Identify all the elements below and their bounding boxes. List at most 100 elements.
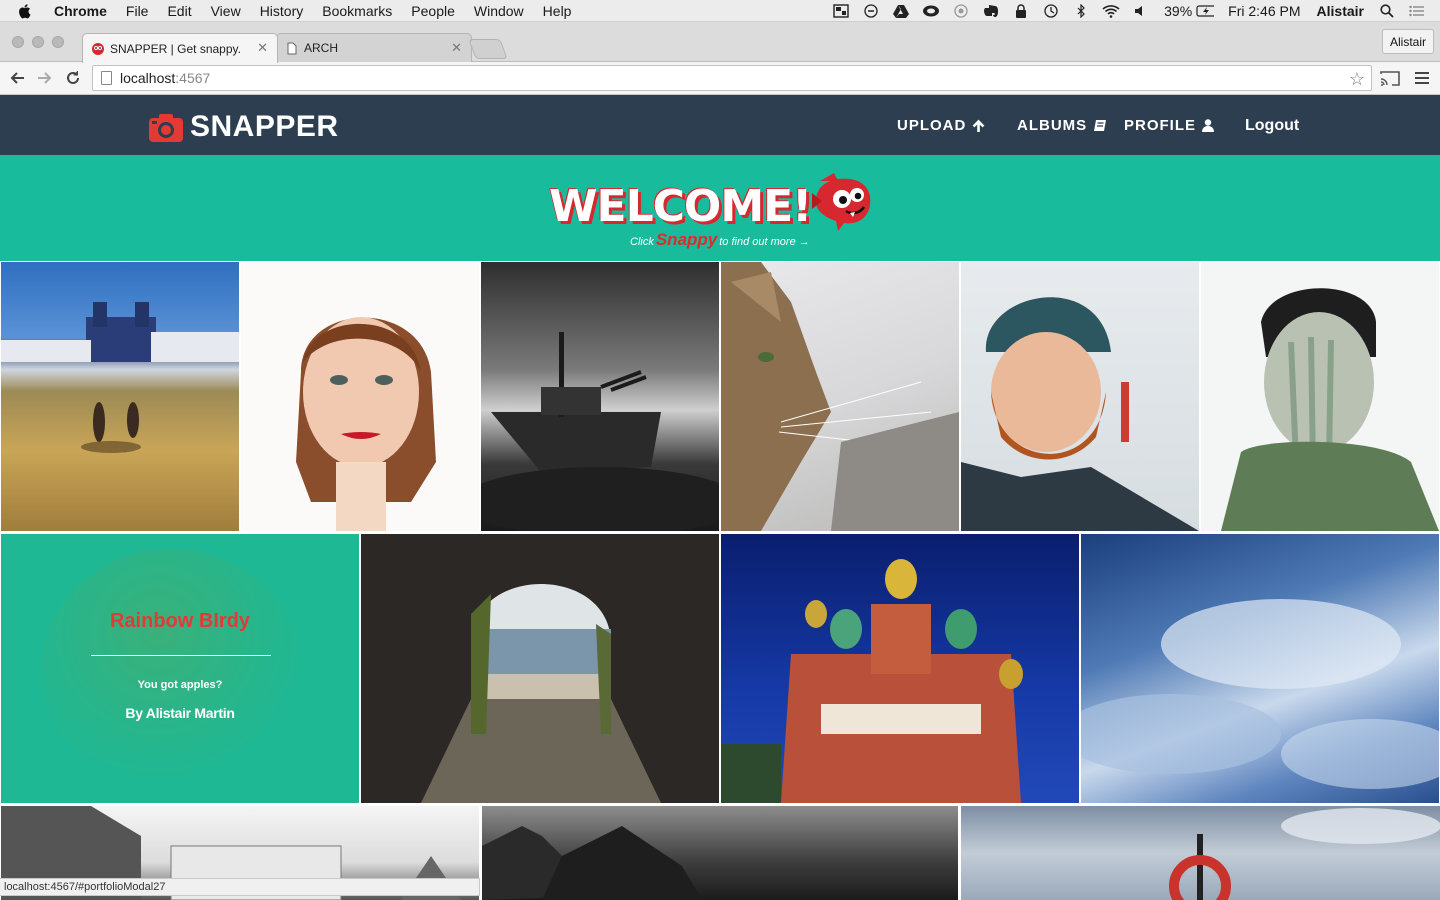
saint-petersburg-cathedral-photo[interactable] (721, 534, 1079, 803)
window-manager-icon[interactable] (832, 4, 850, 18)
photo-grid: Rainbow BIrdy You got apples? By Alistai… (0, 261, 1440, 900)
subtitle-click: Click (630, 236, 654, 248)
nav-upload[interactable]: UPLOAD (897, 117, 985, 134)
spotlight-search-icon[interactable] (1378, 4, 1396, 18)
nav-profile[interactable]: PROFILE (1124, 117, 1215, 134)
camera-icon (149, 114, 183, 142)
tab-title: ARCH (304, 41, 339, 55)
snapper-favicon-icon (91, 42, 105, 56)
url-port: :4567 (175, 70, 211, 86)
google-drive-icon[interactable] (892, 4, 910, 18)
subtitle-rest: to find out more → (719, 236, 810, 248)
tunnel-drawing (361, 534, 719, 803)
address-bar[interactable]: localhost :4567 ☆ (92, 65, 1372, 91)
tab-snapper[interactable]: SNAPPER | Get snappy. ✕ (82, 33, 278, 63)
url-host: localhost (120, 70, 176, 86)
book-icon (1093, 119, 1107, 132)
close-window-button[interactable] (12, 36, 24, 48)
menu-people[interactable]: People (411, 3, 455, 19)
browser-tab-strip: SNAPPER | Get snappy. ✕ ARCH ✕ Alistair (0, 22, 1440, 63)
bluetooth-icon[interactable] (1072, 4, 1090, 18)
tunnel-to-beach-photo[interactable] (361, 534, 719, 803)
chrome-menu-icon[interactable] (1412, 68, 1432, 88)
close-tab-icon[interactable]: ✕ (451, 40, 462, 56)
banner-subtitle[interactable]: Click Snappy to find out more → (630, 230, 810, 250)
menu-bookmarks[interactable]: Bookmarks (322, 3, 392, 19)
cat-drawing (721, 262, 959, 531)
shipwreck-photo[interactable] (481, 262, 719, 531)
bearded-man-drawing (961, 297, 1199, 531)
menu-view[interactable]: View (211, 3, 241, 19)
menu-edit[interactable]: Edit (167, 3, 191, 19)
bw-rocks-photo[interactable] (482, 806, 958, 900)
user-icon (1202, 119, 1215, 132)
site-navbar: SNAPPER UPLOAD ALBUMS PROFILE Logout (0, 95, 1440, 155)
cast-icon[interactable] (1380, 68, 1400, 88)
featured-description: You got apples? (137, 679, 223, 691)
monastery-drawing (1, 302, 239, 453)
user-name[interactable]: Alistair (1317, 3, 1364, 19)
monastery-square-photo[interactable] (1, 262, 239, 531)
brand-name: SNAPPER (190, 110, 339, 143)
page-info-icon[interactable] (101, 71, 112, 85)
tab-arch[interactable]: ARCH ✕ (276, 33, 472, 62)
link-status-bar: localhost:4567/#portfolioModal27 (0, 878, 480, 896)
menu-window[interactable]: Window (474, 3, 524, 19)
close-tab-icon[interactable]: ✕ (257, 40, 268, 56)
arrow-up-icon (972, 119, 985, 133)
browser-toolbar: localhost :4567 ☆ (0, 62, 1440, 95)
cathedral-drawing (721, 559, 1023, 803)
volume-icon[interactable] (1132, 4, 1150, 18)
featured-title: Rainbow BIrdy (109, 610, 250, 632)
subtitle-snappy: Snappy (655, 230, 718, 249)
menu-app-name[interactable]: Chrome (54, 3, 107, 19)
new-tab-button[interactable] (468, 39, 508, 59)
nav-albums[interactable]: ALBUMS (1017, 117, 1107, 134)
zoom-window-button[interactable] (52, 36, 64, 48)
tab-title: SNAPPER | Get snappy. (110, 41, 241, 56)
woman-portrait-photo[interactable] (241, 262, 479, 531)
notification-center-icon[interactable] (1408, 4, 1426, 18)
bearded-man-beanie-photo[interactable] (961, 262, 1199, 531)
reload-icon[interactable] (63, 68, 83, 88)
man-portrait-double-exposure-photo[interactable] (1201, 262, 1439, 531)
menu-history[interactable]: History (260, 3, 304, 19)
do-not-disturb-icon[interactable] (862, 4, 880, 18)
lifebuoy-sky-photo[interactable] (961, 806, 1440, 900)
cat-profile-photo[interactable] (721, 262, 959, 531)
bookmark-star-icon[interactable]: ☆ (1349, 69, 1365, 90)
forward-arrow-icon[interactable] (35, 68, 55, 88)
nav-albums-label: ALBUMS (1017, 117, 1088, 134)
time-machine-icon[interactable] (1042, 4, 1060, 18)
bw-rocks-drawing (482, 826, 702, 900)
ocean-spray-photo[interactable] (1081, 534, 1439, 803)
lock-icon[interactable] (1012, 4, 1030, 18)
nav-logout[interactable]: Logout (1245, 117, 1299, 135)
sync-status-icon[interactable] (952, 4, 970, 18)
double-exposure-drawing (1221, 288, 1439, 531)
page-icon (285, 41, 299, 55)
menu-file[interactable]: File (126, 3, 149, 19)
creative-cloud-icon[interactable] (922, 4, 940, 18)
menu-help[interactable]: Help (543, 3, 572, 19)
shipwreck-drawing (481, 332, 719, 531)
back-arrow-icon[interactable] (7, 68, 27, 88)
battery-charging-icon[interactable] (1196, 4, 1215, 18)
ocean-spray-drawing (1081, 599, 1439, 789)
profile-button[interactable]: Alistair (1381, 29, 1434, 54)
featured-album-card[interactable]: Rainbow BIrdy You got apples? By Alistai… (1, 534, 359, 803)
nav-profile-label: PROFILE (1124, 117, 1197, 134)
wifi-icon[interactable] (1102, 4, 1120, 18)
macos-menu-bar: Chrome File Edit View History Bookmarks … (0, 0, 1440, 22)
lifebuoy-drawing (1169, 808, 1440, 900)
brand-logo[interactable]: SNAPPER (149, 110, 339, 144)
clock[interactable]: Fri 2:46 PM (1228, 3, 1300, 19)
apple-logo-icon[interactable] (18, 0, 36, 22)
woman-portrait-drawing (296, 317, 436, 531)
minimize-window-button[interactable] (32, 36, 44, 48)
battery-percent[interactable]: 39% (1164, 3, 1192, 19)
evernote-elephant-icon[interactable] (982, 4, 1000, 18)
nav-upload-label: UPLOAD (897, 117, 967, 134)
featured-author: By Alistair Martin (125, 705, 235, 721)
snappy-mascot-icon[interactable] (812, 171, 874, 231)
